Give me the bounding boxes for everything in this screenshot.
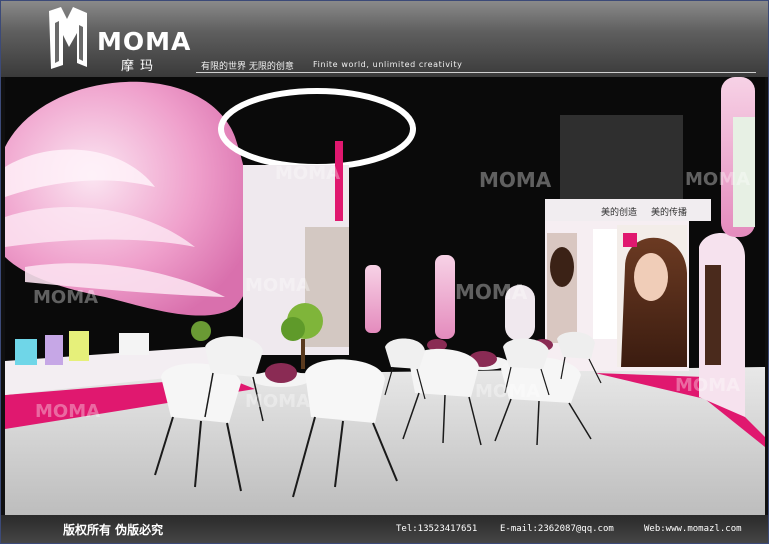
plant-trunk (301, 339, 305, 369)
watermark-text: MOMA (245, 391, 310, 412)
moma-logo-icon (49, 7, 87, 69)
logo-chinese-name: 摩玛 (121, 59, 160, 74)
flower-bouquet (265, 363, 297, 383)
display-pillar (365, 265, 381, 333)
watermark-text: MOMA (275, 163, 340, 184)
product-panel (593, 229, 619, 339)
model-poster-side (705, 265, 721, 365)
booth-banner-text-1: 美的创造 (601, 206, 637, 218)
telephone: Tel:13523417651 (396, 524, 478, 534)
display-stand (45, 335, 63, 365)
website: Web:www.momazl.com (644, 524, 742, 534)
brand-badge-icon (623, 233, 637, 247)
copyright-notice: 版权所有 伪版必究 (63, 523, 164, 537)
potted-plant (191, 321, 211, 341)
display-stand (69, 331, 89, 361)
model-hair (550, 247, 574, 287)
header-bar: MOMA 摩玛 有限的世界 无限的创意 Finite world, unlimi… (1, 1, 768, 77)
rendering-frame: MOMA 摩玛 有限的世界 无限的创意 Finite world, unlimi… (0, 0, 769, 544)
watermark-text: MOMA (479, 168, 552, 192)
booth-roof-block (560, 115, 683, 203)
watermark-text: MOMA (455, 280, 528, 304)
exhibition-booth-render: 美的创造 美的传播 MOMA MOMA MOMA MOMA MOMA MOMA … (5, 77, 765, 515)
footer-bar: 版权所有 伪版必究 Tel:13523417651 E-mail:2362087… (1, 515, 768, 543)
email: E-mail:2362087@qq.com (500, 524, 614, 534)
watermark-text: MOMA (33, 287, 98, 308)
watermark-text: MOMA (475, 381, 540, 402)
potted-plant (281, 317, 305, 341)
watermark-text: MOMA (685, 169, 750, 190)
tagline-english: Finite world, unlimited creativity (313, 60, 463, 69)
watermark-text: MOMA (245, 275, 310, 296)
logo-text: MOMA (97, 27, 192, 56)
header-divider (196, 72, 756, 73)
tagline-chinese: 有限的世界 无限的创意 (201, 62, 294, 72)
display-pillar (435, 255, 455, 339)
watermark-text: MOMA (675, 375, 740, 396)
display-stand (15, 339, 37, 365)
display-stand (119, 333, 149, 355)
model-face (634, 253, 668, 301)
booth-banner-text-2: 美的传播 (651, 206, 687, 218)
watermark-text: MOMA (35, 401, 100, 422)
